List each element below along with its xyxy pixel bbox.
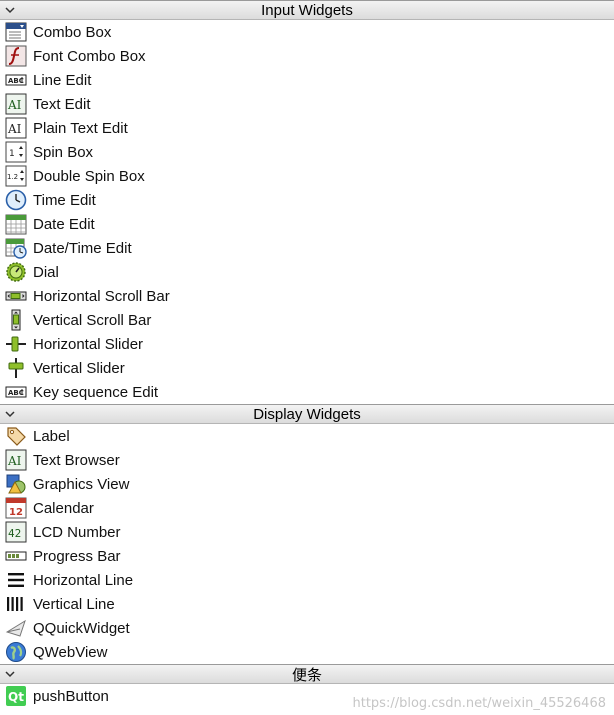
widget-item-time-edit[interactable]: Time Edit: [0, 188, 614, 212]
widget-item-label: Horizontal Line: [33, 571, 134, 589]
widget-item-label: Line Edit: [33, 71, 92, 89]
calendar-icon: 12: [5, 497, 27, 519]
graphics-view-icon: [6, 474, 26, 494]
spin-box-icon: 1: [5, 141, 27, 163]
label-icon: [7, 427, 26, 446]
widget-item-label: Vertical Line: [33, 595, 115, 613]
widget-item-horizontal-line[interactable]: Horizontal Line: [0, 568, 614, 592]
widget-item-plain-text-edit[interactable]: AI Plain Text Edit: [0, 116, 614, 140]
widget-item-label: Label: [33, 427, 70, 445]
dial-icon: [6, 262, 26, 282]
category-title: Display Widgets: [253, 405, 361, 423]
widget-item-dial[interactable]: Dial: [0, 260, 614, 284]
widget-item-label: Spin Box: [33, 143, 94, 161]
widget-item-date-time-edit[interactable]: Date/Time Edit: [0, 236, 614, 260]
category-title: Input Widgets: [261, 1, 353, 19]
widget-item-label: Double Spin Box: [33, 167, 145, 185]
widget-item-label: Calendar: [33, 499, 94, 517]
widget-item-label: Time Edit: [33, 191, 96, 209]
category-header-input-widgets[interactable]: Input Widgets: [0, 0, 614, 20]
widget-item-key-sequence-edit[interactable]: ABC Key sequence Edit: [0, 380, 614, 404]
widget-item-font-combo-box[interactable]: Font Combo Box: [0, 44, 614, 68]
vertical-scroll-bar-icon: [11, 309, 21, 331]
qwebview-icon: [6, 642, 26, 662]
widget-box: Input Widgets Combo Box Font Combo Box A…: [0, 0, 614, 715]
widget-item-double-spin-box[interactable]: 1.2 Double Spin Box: [0, 164, 614, 188]
chevron-down-icon[interactable]: [4, 4, 16, 16]
progress-bar-icon: [5, 551, 27, 561]
text-edit-icon: AI: [5, 93, 27, 115]
horizontal-line-icon: [8, 573, 24, 587]
qt-icon: Qt: [6, 686, 26, 706]
widget-item-date-edit[interactable]: Date Edit: [0, 212, 614, 236]
text-browser-icon-text: AI: [7, 454, 22, 468]
widget-item-horizontal-slider[interactable]: Horizontal Slider: [0, 332, 614, 356]
horizontal-slider-icon: [6, 336, 26, 352]
widget-item-label-widget[interactable]: Label: [0, 424, 614, 448]
widget-item-calendar[interactable]: 12 Calendar: [0, 496, 614, 520]
widget-item-vertical-line[interactable]: Vertical Line: [0, 592, 614, 616]
widget-item-horizontal-scroll-bar[interactable]: Horizontal Scroll Bar: [0, 284, 614, 308]
horizontal-scroll-bar-icon: [5, 291, 27, 301]
font-combo-box-icon: [5, 45, 27, 67]
text-browser-icon: AI: [5, 449, 27, 471]
widget-item-label: Plain Text Edit: [33, 119, 128, 137]
qquickwidget-icon: [5, 619, 26, 637]
plain-text-edit-icon-text: AI: [7, 122, 22, 136]
widget-item-label: Text Edit: [33, 95, 91, 113]
widget-item-text-browser[interactable]: AI Text Browser: [0, 448, 614, 472]
widget-item-label: QQuickWidget: [33, 619, 130, 637]
chevron-down-icon[interactable]: [4, 408, 16, 420]
lcd-number-icon-text: 42: [8, 527, 21, 540]
widget-item-label: Horizontal Slider: [33, 335, 144, 353]
double-spin-box-icon-text: 1.2: [7, 173, 18, 181]
vertical-slider-icon: [8, 358, 24, 378]
calendar-icon-text: 12: [9, 507, 23, 518]
widget-item-label: Combo Box: [33, 23, 112, 41]
category-header-display-widgets[interactable]: Display Widgets: [0, 404, 614, 424]
line-edit-icon: ABC: [5, 74, 27, 86]
category-header-notes[interactable]: 便条: [0, 664, 614, 684]
widget-item-label: Key sequence Edit: [33, 383, 159, 401]
watermark: https://blog.csdn.net/weixin_45526468: [352, 696, 606, 711]
widget-item-line-edit[interactable]: ABC Line Edit: [0, 68, 614, 92]
widget-item-label: Date/Time Edit: [33, 239, 132, 257]
category-title: 便条: [291, 666, 322, 684]
widget-item-progress-bar[interactable]: Progress Bar: [0, 544, 614, 568]
widget-item-lcd-number[interactable]: 42 LCD Number: [0, 520, 614, 544]
combo-box-icon: [5, 22, 27, 42]
widget-item-label: Vertical Slider: [33, 359, 125, 377]
date-time-edit-icon: [5, 238, 27, 259]
widget-item-label: Font Combo Box: [33, 47, 146, 65]
widget-item-text-edit[interactable]: AI Text Edit: [0, 92, 614, 116]
widget-item-label: Vertical Scroll Bar: [33, 311, 152, 329]
widget-item-qquickwidget[interactable]: QQuickWidget: [0, 616, 614, 640]
widget-item-graphics-view[interactable]: Graphics View: [0, 472, 614, 496]
vertical-line-icon: [7, 597, 23, 611]
spin-box-icon-text: 1: [9, 149, 15, 159]
widget-item-label: Dial: [33, 263, 59, 281]
widget-item-qwebview[interactable]: QWebView: [0, 640, 614, 664]
widget-item-label: Date Edit: [33, 215, 95, 233]
qt-icon-text: Qt: [8, 690, 24, 704]
widget-item-label: pushButton: [33, 687, 109, 705]
widget-item-vertical-slider[interactable]: Vertical Slider: [0, 356, 614, 380]
widget-item-label: LCD Number: [33, 523, 121, 541]
text-edit-icon-text: AI: [7, 98, 22, 112]
plain-text-edit-icon: AI: [5, 117, 27, 139]
chevron-down-icon[interactable]: [4, 668, 16, 680]
double-spin-box-icon: 1.2: [5, 165, 27, 187]
lcd-number-icon: 42: [5, 521, 27, 543]
date-edit-icon: [5, 214, 27, 235]
widget-item-label: Horizontal Scroll Bar: [33, 287, 170, 305]
widget-item-spin-box[interactable]: 1 Spin Box: [0, 140, 614, 164]
widget-item-label: QWebView: [33, 643, 108, 661]
widget-item-label: Text Browser: [33, 451, 120, 469]
widget-item-label: Progress Bar: [33, 547, 121, 565]
widget-item-combo-box[interactable]: Combo Box: [0, 20, 614, 44]
time-edit-icon: [5, 189, 27, 211]
widget-item-vertical-scroll-bar[interactable]: Vertical Scroll Bar: [0, 308, 614, 332]
widget-item-label: Graphics View: [33, 475, 130, 493]
key-sequence-edit-icon: ABC: [5, 386, 27, 398]
